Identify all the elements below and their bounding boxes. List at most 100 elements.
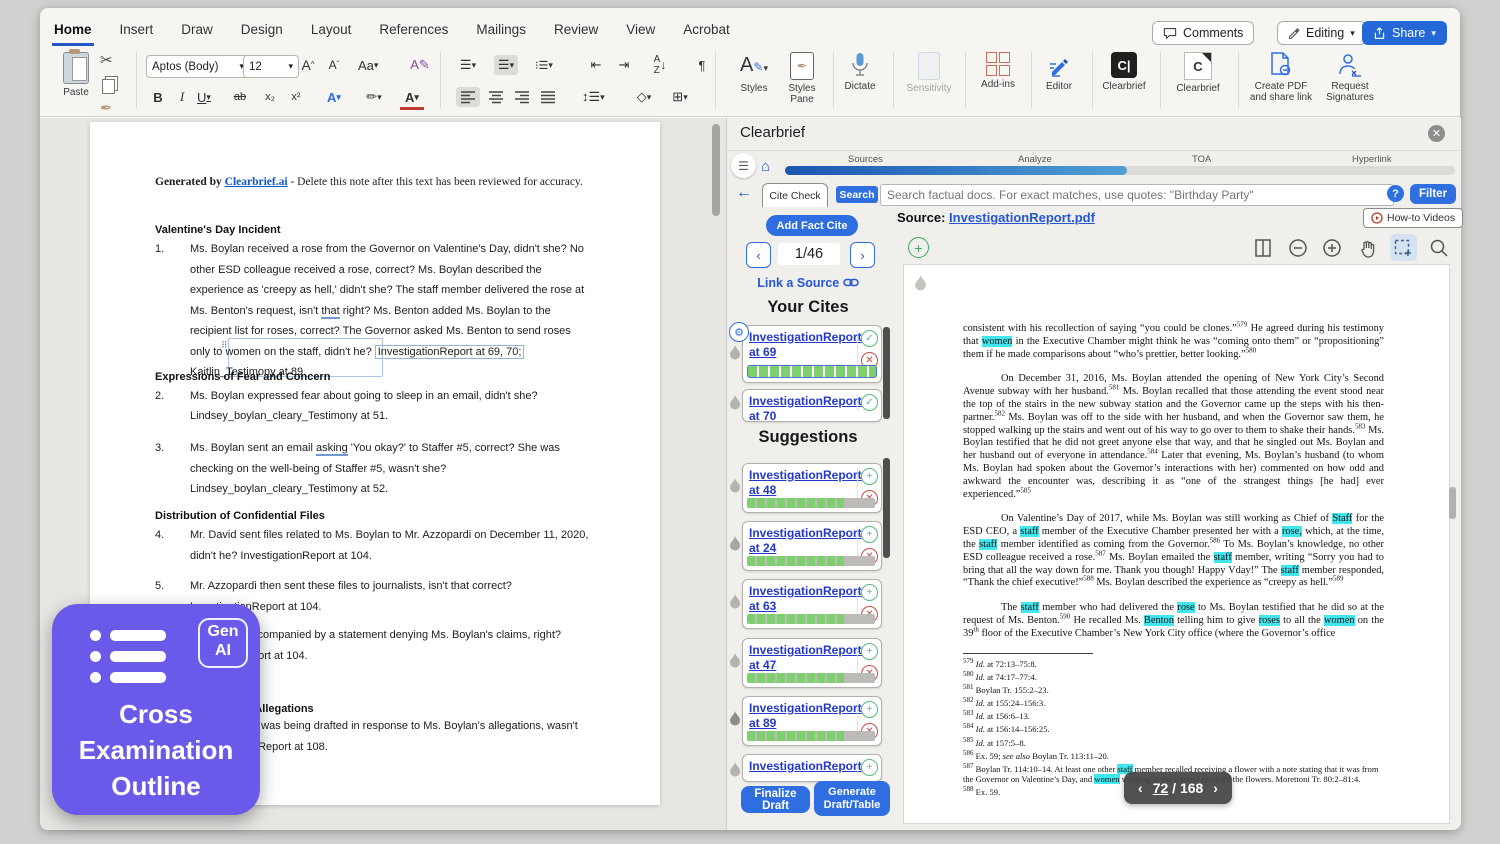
accept-icon[interactable]: ✓ xyxy=(861,330,878,347)
add-cite-icon[interactable]: + xyxy=(861,468,878,485)
add-cite-icon[interactable]: + xyxy=(861,526,878,543)
add-cite-icon[interactable]: + xyxy=(861,584,878,601)
tab-references[interactable]: References xyxy=(377,20,450,46)
indent-button[interactable]: ⇥ xyxy=(612,55,636,75)
accept-icon[interactable]: ✓ xyxy=(861,394,878,411)
your-cites-scrollbar[interactable] xyxy=(883,327,890,419)
add-annotation-icon[interactable]: + xyxy=(908,237,929,258)
source-file-link[interactable]: InvestigationReport.pdf xyxy=(949,210,1095,225)
align-left-button[interactable] xyxy=(456,87,480,107)
underline-button[interactable]: U ▾ xyxy=(192,87,216,107)
search-input[interactable] xyxy=(880,184,1394,206)
zoom-in-icon[interactable] xyxy=(1322,238,1342,258)
share-button[interactable]: Share▾ xyxy=(1362,21,1447,45)
link-a-source-button[interactable]: Link a Source xyxy=(748,276,868,290)
search-button[interactable]: Search xyxy=(836,186,878,203)
tab-acrobat[interactable]: Acrobat xyxy=(681,20,732,46)
document-scrollbar[interactable] xyxy=(712,124,720,216)
gear-icon[interactable]: ⚙ xyxy=(729,322,749,342)
pdf-next-icon[interactable]: › xyxy=(1213,780,1218,796)
help-icon[interactable]: ? xyxy=(1387,185,1404,202)
sort-button[interactable]: AZ↓ xyxy=(648,55,672,75)
tab-design[interactable]: Design xyxy=(239,20,285,46)
generate-draft-table-button[interactable]: Generate Draft/Table xyxy=(814,781,890,816)
clearbrief-dark-button[interactable]: C| Clearbrief xyxy=(1096,52,1152,92)
suggestion-card[interactable]: InvestigationReport at 24 +✕ xyxy=(742,521,882,571)
font-color-button[interactable]: A ▾ xyxy=(400,87,424,110)
back-arrow-icon[interactable]: ← xyxy=(736,184,752,202)
bold-button[interactable]: B xyxy=(146,87,170,107)
zoom-out-icon[interactable] xyxy=(1288,238,1308,258)
tab-mailings[interactable]: Mailings xyxy=(474,20,528,46)
tab-draw[interactable]: Draw xyxy=(179,20,215,46)
clear-formatting-button[interactable]: A✎ xyxy=(408,55,432,75)
paste-button[interactable]: Paste xyxy=(44,52,108,98)
create-pdf-button[interactable]: Create PDF and share link xyxy=(1248,52,1314,103)
add-cite-icon[interactable]: + xyxy=(861,643,878,660)
cite-card[interactable]: InvestigationReport at 70 ✓ xyxy=(742,389,882,422)
cite-pager-value[interactable]: 1/46 xyxy=(778,243,840,265)
tab-home[interactable]: Home xyxy=(52,20,94,46)
outdent-button[interactable]: ⇤ xyxy=(584,55,608,75)
font-size-select[interactable]: 12▾ xyxy=(243,55,299,78)
comments-button[interactable]: Comments xyxy=(1152,21,1254,45)
cite-card[interactable]: InvestigationReport at 69 ✓✕ xyxy=(742,325,882,383)
pilcrow-button[interactable]: ¶ xyxy=(690,55,714,75)
bullets-button[interactable]: ☰ ▾ xyxy=(456,55,480,75)
suggestion-card[interactable]: InvestigationReport at 89 +✕ xyxy=(742,696,882,746)
strikethrough-button[interactable]: ab xyxy=(228,87,252,107)
nav-step-hyperlink[interactable]: Hyperlink xyxy=(1352,154,1392,165)
subscript-button[interactable]: x₂ xyxy=(258,87,282,107)
pdf-prev-icon[interactable]: ‹ xyxy=(1138,780,1143,796)
italic-button[interactable]: I xyxy=(170,87,194,107)
menu-icon[interactable]: ☰ xyxy=(731,153,756,178)
cite-check-tab[interactable]: Cite Check xyxy=(762,183,828,207)
line-spacing-button[interactable]: ↕☰ ▾ xyxy=(580,87,607,107)
cut-icon[interactable]: ✂ xyxy=(100,52,115,70)
styles-button[interactable]: A✎▾ Styles xyxy=(728,52,780,94)
filter-button[interactable]: Filter xyxy=(1410,184,1456,204)
shrink-font-button[interactable]: Aˇ xyxy=(322,55,346,75)
suggestions-scrollbar[interactable] xyxy=(883,458,890,558)
format-painter-icon[interactable]: ✒ xyxy=(100,100,115,118)
prev-page-button[interactable]: ‹ xyxy=(746,242,771,268)
finalize-draft-button[interactable]: Finalize Draft xyxy=(741,786,810,813)
next-page-button[interactable]: › xyxy=(850,242,875,268)
multilevel-list-button[interactable]: ⁝☰ ▾ xyxy=(532,55,556,75)
shading-button[interactable]: ◇ ▾ xyxy=(632,87,656,107)
pdf-page-navigator[interactable]: ‹ 72 / 168 › xyxy=(1124,772,1232,804)
superscript-button[interactable]: x² xyxy=(284,87,308,107)
search-doc-icon[interactable] xyxy=(1429,238,1449,258)
home-icon[interactable]: ⌂ xyxy=(761,158,770,175)
page-view-icon[interactable] xyxy=(1253,238,1273,258)
dictate-button[interactable]: Dictate xyxy=(836,52,884,92)
align-right-button[interactable] xyxy=(510,87,534,107)
suggestion-card[interactable]: InvestigationReport at 63 +✕ xyxy=(742,579,882,629)
pdf-scrollbar[interactable] xyxy=(1449,487,1456,519)
editor-button[interactable]: Editor xyxy=(1034,52,1084,92)
addins-button[interactable]: Add-ins xyxy=(972,52,1024,90)
numbering-button[interactable]: ☰ ▾ xyxy=(494,55,518,75)
request-signatures-button[interactable]: Request Signatures xyxy=(1318,52,1382,103)
add-cite-icon[interactable]: + xyxy=(861,701,878,718)
font-name-select[interactable]: Aptos (Body)▾ xyxy=(146,55,250,78)
copy-icon[interactable] xyxy=(102,79,115,94)
change-case-button[interactable]: Aa ▾ xyxy=(356,55,380,75)
suggestion-card[interactable]: InvestigationReport at 47 +✕ xyxy=(742,638,882,688)
pdf-current-page[interactable]: 72 xyxy=(1153,780,1169,796)
styles-pane-button[interactable]: ✒ Styles Pane xyxy=(778,52,826,105)
close-icon[interactable]: ✕ xyxy=(1428,125,1445,142)
tab-review[interactable]: Review xyxy=(552,20,600,46)
nav-step-sources[interactable]: Sources xyxy=(848,154,883,165)
nav-step-toa[interactable]: TOA xyxy=(1192,154,1211,165)
hand-tool-icon[interactable] xyxy=(1358,238,1378,258)
add-cite-icon[interactable]: + xyxy=(861,759,878,776)
borders-button[interactable]: ⊞ ▾ xyxy=(668,87,692,107)
tab-view[interactable]: View xyxy=(624,20,657,46)
tab-insert[interactable]: Insert xyxy=(118,20,156,46)
how-to-videos-button[interactable]: How-to Videos xyxy=(1363,208,1463,228)
align-center-button[interactable] xyxy=(484,87,508,107)
nav-step-analyze[interactable]: Analyze xyxy=(1018,154,1052,165)
clearbrief-light-button[interactable]: C Clearbrief xyxy=(1168,52,1228,94)
pdf-page[interactable]: consistent with his recollection of sayi… xyxy=(903,264,1450,824)
